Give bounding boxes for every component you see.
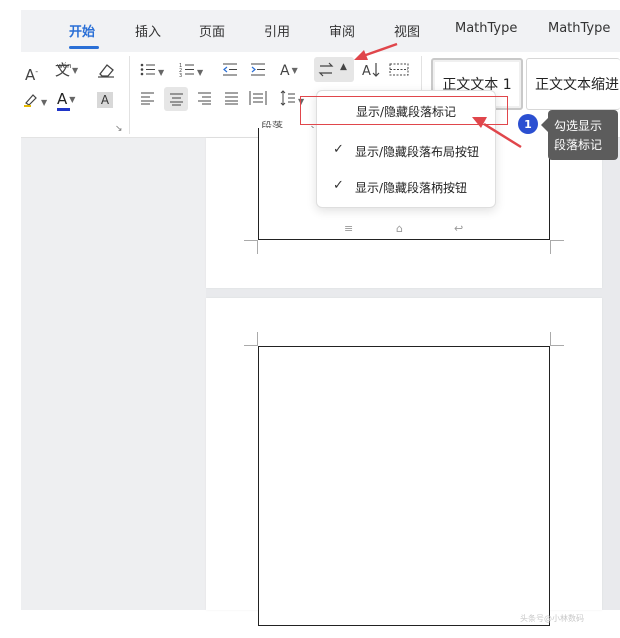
tooltip-line-2: 段落标记 (554, 138, 603, 152)
tooltip-pointer (541, 118, 548, 132)
instruction-tooltip: 勾选显示 段落标记 (548, 110, 618, 160)
app-window: 开始 插入 页面 引用 审阅 视图 MathType MathType A- w… (0, 0, 620, 638)
step-number-badge: 1 (518, 114, 538, 134)
arrow-to-paragraph-button (354, 42, 398, 60)
tooltip-line-1: 勾选显示 (554, 119, 603, 133)
arrow-to-menu-item (472, 117, 522, 149)
annotation-arrows (354, 42, 522, 149)
watermark: 头条号@小林数码 (520, 614, 584, 623)
